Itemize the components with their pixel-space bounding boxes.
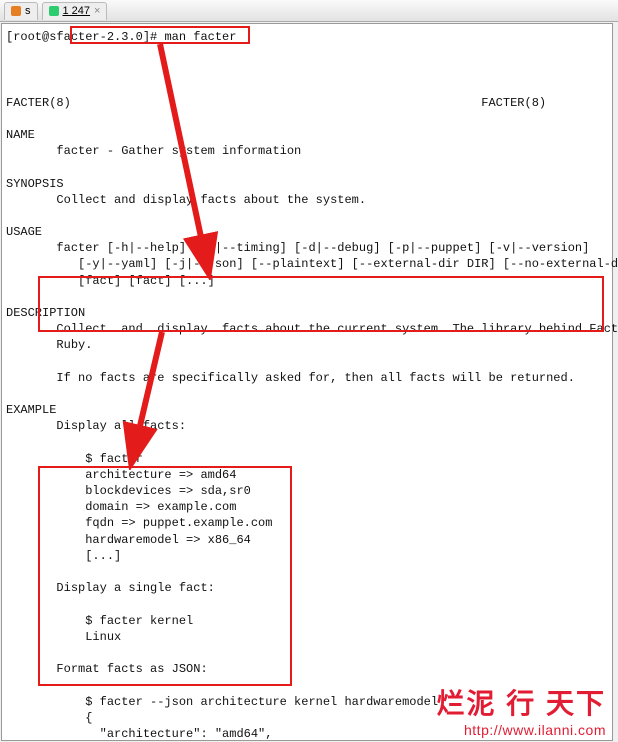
- tab-label: 1 247: [63, 5, 91, 17]
- tab-label: s: [25, 5, 31, 17]
- section-name-body: facter - Gather system information: [56, 144, 301, 158]
- example-ellipsis: [...]: [85, 549, 121, 563]
- example-json-cmd: $ facter --json architecture kernel hard…: [85, 695, 438, 709]
- example-json-line: "architecture": "amd64",: [85, 727, 272, 741]
- usage-line-3: [fact] [fact] [...]: [78, 274, 215, 288]
- usage-line-1: facter [-h|--help] [-t|--timing] [-d|--d…: [56, 241, 589, 255]
- section-synopsis-hdr: SYNOPSIS: [6, 177, 64, 191]
- example-facter-cmd: $ facter: [85, 452, 143, 466]
- terminal-icon: [49, 6, 59, 16]
- example-fqdn: fqdn => puppet.example.com: [85, 516, 272, 530]
- close-tab-icon[interactable]: ×: [94, 5, 100, 17]
- terminal-output: [root@s facter-2.3.0]# man facter FACTER…: [1, 23, 613, 741]
- prompt-prefix: [root@s: [6, 30, 56, 44]
- example-json-hdr: Format facts as JSON:: [56, 662, 207, 676]
- example-display-all: Display all facts:: [56, 419, 186, 433]
- example-arch: architecture => amd64: [85, 468, 236, 482]
- tab-2[interactable]: 1 247 ×: [42, 2, 108, 20]
- prompt-command: facter-2.3.0]# man facter: [56, 30, 236, 44]
- tab-1[interactable]: s: [4, 2, 38, 20]
- section-example-hdr: EXAMPLE: [6, 403, 56, 417]
- watermark-url: http://www.ilanni.com: [436, 722, 606, 738]
- description-p2: Ruby.: [56, 338, 92, 352]
- watermark-title: 烂泥 行 天下: [436, 682, 606, 722]
- watermark: 烂泥 行 天下 http://www.ilanni.com: [436, 682, 606, 738]
- example-block: blockdevices => sda,sr0: [85, 484, 251, 498]
- prompt-line: [root@s facter-2.3.0]# man facter: [6, 28, 608, 46]
- man-header-right: FACTER(8): [481, 96, 546, 110]
- example-kernel-cmd: $ facter kernel: [85, 614, 193, 628]
- description-p3: If no facts are specifically asked for, …: [56, 371, 574, 385]
- example-json-brace: {: [85, 711, 92, 725]
- usage-line-2: [-y|--yaml] [-j|--json] [--plaintext] [-…: [78, 257, 618, 271]
- man-header-left: FACTER(8): [6, 96, 71, 110]
- terminal-icon: [11, 6, 21, 16]
- section-usage-hdr: USAGE: [6, 225, 42, 239]
- tab-bar: s 1 247 ×: [0, 0, 618, 22]
- example-domain: domain => example.com: [85, 500, 236, 514]
- example-hw: hardwaremodel => x86_64: [85, 533, 251, 547]
- example-single-hdr: Display a single fact:: [56, 581, 214, 595]
- description-p1: Collect and display facts about the curr…: [56, 322, 618, 336]
- section-synopsis-body: Collect and display facts about the syst…: [56, 193, 366, 207]
- section-description-hdr: DESCRIPTION: [6, 306, 85, 320]
- example-kernel-out: Linux: [85, 630, 121, 644]
- section-name-hdr: NAME: [6, 128, 35, 142]
- man-page-content: FACTER(8) FACTER(8) NAME facter - Gather…: [6, 46, 608, 742]
